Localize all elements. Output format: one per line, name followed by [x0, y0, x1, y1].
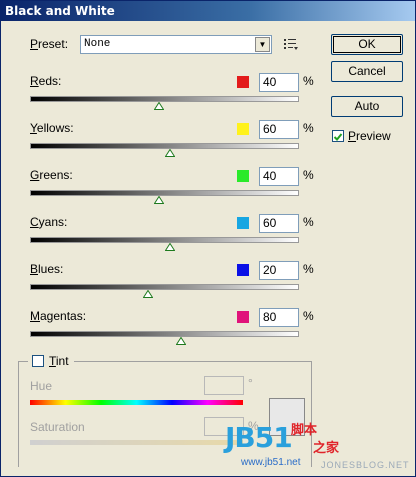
- greens-label: Greens:: [30, 168, 73, 182]
- auto-button[interactable]: Auto: [331, 96, 403, 117]
- preset-label: Preset:: [30, 37, 69, 51]
- yellows-label: Yellows:: [30, 121, 74, 135]
- tint-checkbox[interactable]: [32, 355, 44, 367]
- cyans-swatch: [237, 217, 249, 229]
- preset-value: None: [84, 38, 111, 50]
- reds-percent: %: [303, 74, 314, 88]
- watermark-url-2: JONESBLOG.NET: [321, 460, 410, 470]
- blues-label: Blues:: [30, 262, 64, 276]
- watermark-logo: JB51: [225, 421, 293, 454]
- watermark-text: 脚本: [291, 422, 318, 437]
- watermark-url: www.jb51.net: [241, 457, 301, 468]
- magentas-label: Magentas:: [30, 309, 87, 323]
- saturation-label: Saturation: [30, 420, 85, 434]
- greens-swatch: [237, 170, 249, 182]
- yellows-input[interactable]: 60: [259, 120, 299, 139]
- hue-unit: °: [248, 376, 253, 390]
- magentas-swatch: [237, 311, 249, 323]
- hue-slider[interactable]: [30, 400, 243, 405]
- saturation-slider[interactable]: [30, 440, 243, 445]
- reds-slider-track[interactable]: [30, 96, 299, 102]
- yellows-percent: %: [303, 121, 314, 135]
- preset-options-icon[interactable]: [283, 37, 299, 54]
- title-bar: Black and White: [1, 1, 415, 21]
- checkmark-icon: [333, 133, 343, 141]
- blues-slider-track[interactable]: [30, 284, 299, 290]
- cyans-input[interactable]: 60: [259, 214, 299, 233]
- reds-input[interactable]: 40: [259, 73, 299, 92]
- reds-swatch: [237, 76, 249, 88]
- ok-button[interactable]: OK: [331, 34, 403, 55]
- cancel-button[interactable]: Cancel: [331, 61, 403, 82]
- preset-select[interactable]: None ▼: [80, 35, 272, 54]
- blues-percent: %: [303, 262, 314, 276]
- preview-checkbox[interactable]: [332, 130, 344, 142]
- greens-slider-track[interactable]: [30, 190, 299, 196]
- yellows-swatch: [237, 123, 249, 135]
- watermark-text-2: 之家: [313, 440, 340, 455]
- blues-swatch: [237, 264, 249, 276]
- reds-label: Reds:: [30, 74, 62, 88]
- hue-input[interactable]: [204, 376, 244, 395]
- hue-label: Hue: [30, 379, 53, 393]
- magentas-percent: %: [303, 309, 314, 323]
- cyans-label: Cyans:: [30, 215, 68, 229]
- greens-percent: %: [303, 168, 314, 182]
- magentas-slider-track[interactable]: [30, 331, 299, 337]
- dropdown-arrow-icon[interactable]: ▼: [255, 37, 270, 52]
- black-and-white-dialog: Black and White Preset: None ▼ OK Cancel…: [0, 0, 416, 477]
- magentas-input[interactable]: 80: [259, 308, 299, 327]
- cyans-percent: %: [303, 215, 314, 229]
- tint-label: Tint: [49, 354, 69, 368]
- greens-input[interactable]: 40: [259, 167, 299, 186]
- blues-input[interactable]: 20: [259, 261, 299, 280]
- preview-label: Preview: [348, 129, 391, 143]
